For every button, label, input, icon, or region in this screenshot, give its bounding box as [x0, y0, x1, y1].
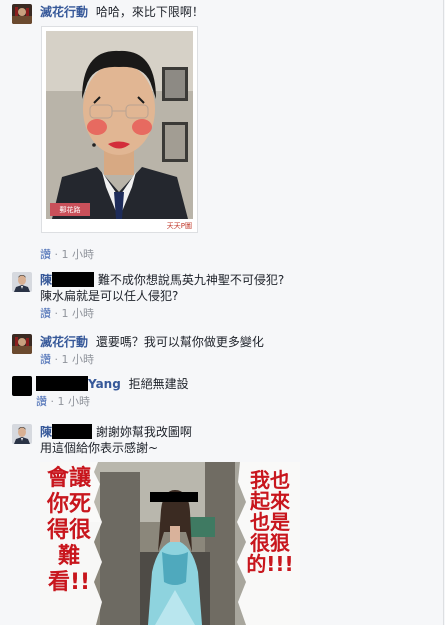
like-link[interactable]: 讚	[36, 395, 47, 408]
meta-separator: ·	[50, 395, 55, 408]
meta-separator: ·	[54, 307, 59, 320]
avatar[interactable]	[12, 376, 32, 396]
comment-author[interactable]: 滅花行動	[40, 5, 88, 19]
comment-timestamp[interactable]: 1 小時	[58, 395, 91, 408]
comment-timestamp[interactable]: 1 小時	[62, 248, 95, 261]
avatar[interactable]	[12, 334, 32, 354]
comment-photo-attachment[interactable]: 郵花路 天天P圖	[41, 26, 198, 233]
redaction-block	[52, 272, 95, 287]
redaction-block	[52, 424, 93, 439]
redaction-block	[36, 376, 88, 391]
comment-author[interactable]: 陳	[40, 425, 52, 439]
comment-timestamp[interactable]: 1 小時	[62, 307, 95, 320]
comment-author[interactable]: 陳	[40, 273, 52, 287]
banner-text-right: 我也起來也是很狠的!!!	[246, 468, 294, 576]
photo-sticker-label: 郵花路	[59, 206, 81, 214]
meta-separator: ·	[54, 353, 59, 366]
avatar[interactable]	[12, 4, 32, 24]
comment-text-line2: 陳水扁就是可以任人侵犯?	[40, 289, 179, 303]
comment-text: 謝謝妳幫我改圖啊	[95, 425, 192, 439]
comment-text: 哈哈，來比下限啊！	[95, 5, 204, 19]
like-link[interactable]: 讚	[40, 353, 51, 366]
comment-author[interactable]: 滅花行動	[40, 335, 88, 349]
banner-text-left: 會讓你死得很難看!!	[46, 466, 91, 595]
comment-author[interactable]: Yang	[88, 377, 121, 391]
comment-text-line2: 用這個給你表示感謝~	[40, 441, 159, 455]
avatar[interactable]	[12, 424, 32, 444]
photo-watermark: 天天P圖	[166, 222, 192, 230]
edited-portrait-photo	[46, 31, 193, 232]
comment-thread: 滅花行動 哈哈，來比下限啊！ 郵花路 天天P圖 讚 · 1 小時 陳 難不成你想…	[0, 0, 444, 625]
comment-text: 難不成你想說馬英九神聖不可侵犯?	[97, 273, 285, 287]
avatar[interactable]	[12, 272, 32, 292]
comment-timestamp[interactable]: 1 小時	[62, 353, 95, 366]
comment-photo-attachment[interactable]: 會讓你死得很難看!! 我也起來也是很狠的!!!	[40, 462, 300, 625]
like-link[interactable]: 讚	[40, 248, 51, 261]
meta-separator: ·	[54, 248, 59, 261]
comment-text: 還要嗎？我可以幫你做更多變化	[95, 335, 264, 349]
comment-text: 拒絕無建設	[128, 377, 189, 391]
like-link[interactable]: 讚	[40, 307, 51, 320]
